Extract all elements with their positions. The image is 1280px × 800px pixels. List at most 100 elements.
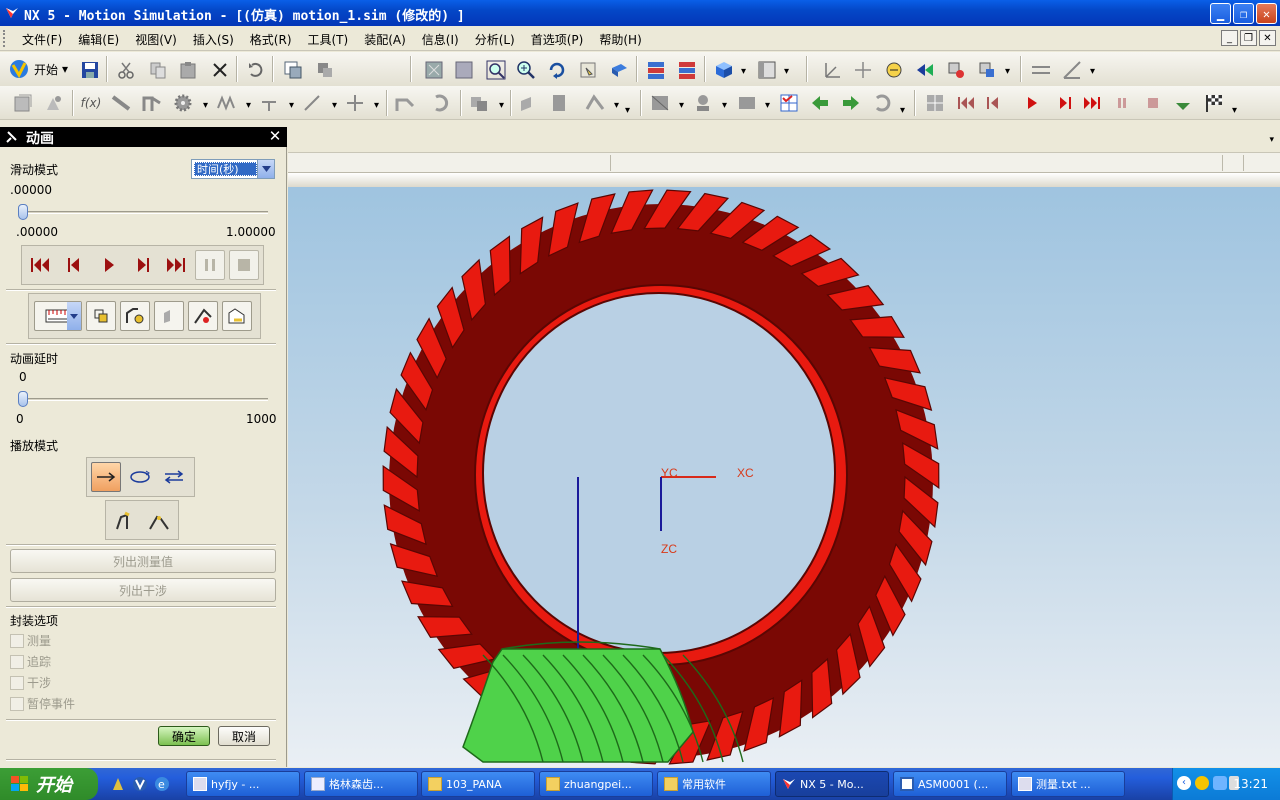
repeat-command-button[interactable] bbox=[282, 59, 304, 81]
animation-button[interactable] bbox=[548, 92, 570, 114]
pause-button[interactable] bbox=[195, 250, 225, 280]
menu-preferences[interactable]: 首选项(P) bbox=[523, 31, 592, 48]
zoom-box-button[interactable] bbox=[485, 59, 507, 81]
taskbar-item-nx5[interactable]: NX 5 - Mo... bbox=[775, 771, 889, 797]
measure-angle-button[interactable] bbox=[1061, 59, 1083, 81]
chevron-down-icon[interactable]: ▾ bbox=[1090, 66, 1095, 77]
doc-close-button[interactable]: ✕ bbox=[1259, 30, 1276, 46]
environment-button[interactable] bbox=[12, 92, 34, 114]
chevron-down-icon[interactable]: ▾ bbox=[722, 100, 727, 111]
doc-minimize-button[interactable]: _ bbox=[1221, 30, 1238, 46]
pan-button[interactable] bbox=[577, 59, 599, 81]
network-tray-icon[interactable] bbox=[1213, 776, 1227, 790]
checkbox-box[interactable] bbox=[10, 696, 24, 711]
chevron-down-icon[interactable]: ▾ bbox=[332, 100, 337, 111]
constraint-button[interactable] bbox=[301, 92, 323, 114]
view-orient-button[interactable] bbox=[608, 59, 630, 81]
stop-button[interactable] bbox=[229, 250, 259, 280]
chevron-down-icon[interactable]: ▾ bbox=[1232, 105, 1237, 116]
spring-button[interactable] bbox=[215, 92, 237, 114]
snapshot-button[interactable] bbox=[924, 92, 946, 114]
layer-settings-button[interactable] bbox=[645, 59, 667, 81]
chevron-down-icon[interactable]: ▾ bbox=[625, 105, 630, 116]
menu-insert[interactable]: 插入(S) bbox=[185, 31, 242, 48]
taskbar-item-asm0001[interactable]: ASM0001 (... bbox=[893, 771, 1007, 797]
checkbox-box[interactable] bbox=[10, 633, 24, 648]
taskbar-start-button[interactable]: 开始 bbox=[0, 768, 98, 800]
menu-file[interactable]: 文件(F) bbox=[14, 31, 70, 48]
tb-pause-button[interactable] bbox=[1111, 92, 1133, 114]
tb-first-button[interactable] bbox=[955, 92, 977, 114]
chevron-down-icon[interactable]: ▾ bbox=[679, 100, 684, 111]
tray-expand-icon[interactable]: ‹ bbox=[1177, 776, 1191, 790]
explode-button[interactable] bbox=[154, 301, 184, 331]
chevron-down-icon[interactable]: ▾ bbox=[741, 66, 746, 77]
menu-assembly[interactable]: 装配(A) bbox=[356, 31, 414, 48]
chevron-down-icon[interactable]: ▾ bbox=[246, 100, 251, 111]
gear-coupler-button[interactable] bbox=[172, 92, 194, 114]
tb-stop-button[interactable] bbox=[1142, 92, 1164, 114]
zoom-window-button[interactable] bbox=[453, 59, 475, 81]
tb-step-forward-button[interactable] bbox=[1054, 92, 1076, 114]
taskbar-item-common-software[interactable]: 常用软件 bbox=[657, 771, 771, 797]
paste-button[interactable] bbox=[177, 59, 199, 81]
shading-button[interactable] bbox=[713, 59, 735, 81]
dialog-close-icon[interactable]: ✕ bbox=[267, 128, 283, 145]
master-model-button[interactable] bbox=[43, 92, 65, 114]
joint-button[interactable] bbox=[141, 92, 163, 114]
last-frame-button[interactable] bbox=[161, 250, 191, 280]
list-interference-button[interactable]: 列出干涉 bbox=[10, 578, 276, 602]
wcs-dynamics-button[interactable] bbox=[822, 59, 844, 81]
checkbox-box[interactable] bbox=[10, 675, 24, 690]
taskbar-item-gleason[interactable]: 格林森齿... bbox=[304, 771, 418, 797]
chevron-down-icon[interactable]: ▾ bbox=[203, 100, 208, 111]
menu-help[interactable]: 帮助(H) bbox=[591, 31, 649, 48]
time-slider-thumb[interactable] bbox=[18, 204, 28, 220]
chevron-down-icon[interactable]: ▾ bbox=[784, 66, 789, 77]
tb-playback-mode-button[interactable] bbox=[1172, 94, 1194, 116]
cut-button[interactable] bbox=[115, 59, 137, 81]
rotate-button[interactable] bbox=[546, 59, 568, 81]
wcs-origin-button[interactable] bbox=[852, 59, 874, 81]
tb-finish-button[interactable] bbox=[1203, 92, 1225, 114]
chevron-down-icon[interactable]: ▾ bbox=[374, 100, 379, 111]
ping-pong-button[interactable] bbox=[159, 462, 189, 492]
wcs-rotate-button[interactable] bbox=[883, 59, 905, 81]
menu-format[interactable]: 格式(R) bbox=[242, 31, 300, 48]
link-button[interactable] bbox=[110, 92, 132, 114]
solve-button[interactable] bbox=[431, 92, 453, 114]
design-position-select[interactable] bbox=[34, 301, 82, 331]
menu-info[interactable]: 信息(I) bbox=[414, 31, 467, 48]
interference-check-button[interactable] bbox=[188, 301, 218, 331]
fit-view-button[interactable] bbox=[423, 59, 445, 81]
play-button[interactable] bbox=[94, 250, 124, 280]
cancel-button[interactable]: 取消 bbox=[218, 726, 270, 746]
chevron-down-icon[interactable]: ▾ bbox=[765, 100, 770, 111]
step-back-button[interactable] bbox=[59, 250, 89, 280]
dropdown-arrow-icon[interactable] bbox=[257, 160, 274, 178]
tb-play-button[interactable] bbox=[1021, 92, 1043, 114]
first-frame-button[interactable] bbox=[26, 250, 56, 280]
trace-button[interactable] bbox=[736, 92, 758, 114]
minimize-button[interactable]: ▁ bbox=[1210, 3, 1231, 24]
grid-check-button[interactable] bbox=[778, 92, 800, 114]
move-layer-button[interactable] bbox=[676, 59, 698, 81]
load-button[interactable] bbox=[344, 92, 366, 114]
solver-button[interactable] bbox=[394, 92, 416, 114]
quicklaunch-ie-icon[interactable]: e bbox=[154, 776, 170, 792]
chevron-down-icon[interactable]: ▾ bbox=[499, 100, 504, 111]
step-forward-button[interactable] bbox=[840, 92, 862, 114]
taskbar-item-measure-txt[interactable]: 测量.txt ... bbox=[1011, 771, 1125, 797]
list-measurements-button[interactable]: 列出测量值 bbox=[10, 549, 276, 573]
packaging-button[interactable] bbox=[518, 92, 540, 114]
menu-view[interactable]: 视图(V) bbox=[127, 31, 185, 48]
gear-scene[interactable]: YC XC ZC bbox=[288, 187, 1280, 767]
slider-mode-select[interactable]: 时间(秒) bbox=[191, 159, 275, 179]
qq-tray-icon[interactable] bbox=[1195, 776, 1209, 790]
menu-grip[interactable] bbox=[3, 30, 6, 47]
menu-edit[interactable]: 编辑(E) bbox=[70, 31, 127, 48]
step-forward-button[interactable] bbox=[128, 250, 158, 280]
trace-checkbox[interactable]: 追踪 bbox=[10, 653, 51, 670]
close-button[interactable]: ✕ bbox=[1256, 3, 1277, 24]
zoom-button[interactable] bbox=[515, 59, 537, 81]
